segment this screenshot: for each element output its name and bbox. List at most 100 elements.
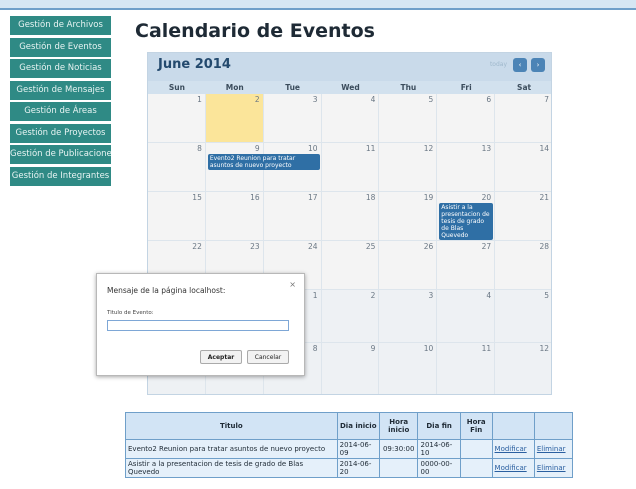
close-icon[interactable]: × [289, 280, 296, 289]
next-month-button[interactable]: › [531, 58, 545, 72]
calendar-day-cell[interactable]: 1 [148, 94, 206, 143]
day-number: 25 [365, 242, 376, 251]
day-name-2: Tue [285, 83, 300, 92]
table-header-cell: Dia fin [417, 412, 461, 440]
sidebar-nav: Gestión de Archivos Gestión de Eventos Ges… [10, 16, 111, 188]
calendar-day-cell[interactable]: 21 [495, 192, 551, 241]
day-name-1: Mon [225, 83, 244, 92]
day-name-5: Fri [460, 83, 472, 92]
modify-link[interactable]: Modificar [491, 439, 535, 459]
modify-link[interactable]: Modificar [491, 458, 535, 478]
calendar-day-cell[interactable]: 2 [321, 290, 380, 343]
day-number: 2 [254, 95, 260, 104]
events-table: Titulo Dia inicio Hora inicio Dia fin Hora F… [125, 412, 574, 478]
sidebar-item-2[interactable]: Gestión de Noticias [10, 59, 111, 78]
calendar-day-cell[interactable]: 28 [495, 241, 551, 290]
calendar-day-cell[interactable]: 26 [379, 241, 438, 290]
calendar-day-cell[interactable]: 4 [321, 94, 380, 143]
calendar-day-cell[interactable]: 8 [148, 143, 206, 192]
day-number: 12 [423, 144, 434, 153]
calendar-day-cell[interactable]: 25 [321, 241, 380, 290]
calendar-day-cell[interactable]: 2 [205, 94, 264, 143]
calendar-day-cell[interactable]: 3 [379, 290, 438, 343]
sidebar-item-1[interactable]: Gestión de Eventos [10, 37, 111, 57]
calendar-day-cell[interactable]: 14 [495, 143, 551, 192]
event-title-input[interactable] [107, 320, 289, 331]
day-number: 22 [192, 242, 202, 251]
calendar-month-label: June 2014 [158, 57, 231, 72]
calendar-header: June 2014 today ‹ › [148, 53, 551, 81]
today-button[interactable]: today [490, 61, 507, 68]
table-cell: 0000-00-00 [417, 458, 461, 478]
calendar-day-cell[interactable]: 7 [495, 94, 551, 143]
table-cell: Asistir a la presentacion de tesis de gr… [125, 458, 338, 478]
table-cell [459, 458, 493, 478]
table-cell: 2014-06-10 [417, 439, 461, 459]
calendar-day-cell[interactable]: 4 [437, 290, 496, 343]
table-cell [378, 458, 419, 478]
chevron-left-icon: ‹ [518, 61, 522, 69]
event-title-dialog: Mensaje de la página localhost: × Titulo… [96, 273, 305, 376]
sidebar-item-4[interactable]: Gestión de Áreas [10, 102, 111, 121]
calendar-day-cell[interactable]: 19 [379, 192, 438, 241]
calendar-day-cell[interactable]: 17 [263, 192, 322, 241]
table-cell: Evento2 Reunion para tratar asuntos de n… [125, 439, 338, 459]
day-number: 27 [481, 242, 492, 251]
calendar-day-cell[interactable]: 11 [437, 343, 496, 394]
calendar-day-cell[interactable]: 11 [321, 143, 380, 192]
table-row: Evento2 Reunion para tratar asuntos de n… [125, 439, 574, 459]
day-number: 23 [250, 242, 260, 251]
calendar-day-cell[interactable]: 18 [321, 192, 380, 241]
calendar-day-cell[interactable]: 12 [495, 343, 551, 394]
table-cell [459, 439, 493, 459]
day-number: 24 [308, 242, 318, 251]
table-header-cell: Hora Fin [459, 412, 493, 440]
calendar-day-cell[interactable]: 5 [379, 94, 438, 143]
calendar-day-cell[interactable]: 10 [379, 343, 438, 394]
dialog-title: Mensaje de la página localhost: [107, 286, 226, 295]
calendar-day-cell[interactable]: 16 [205, 192, 264, 241]
day-number: 4 [370, 95, 376, 104]
day-name-0: Sun [168, 83, 185, 92]
sidebar-item-5[interactable]: Gestión de Proyectos [10, 123, 111, 143]
prev-month-button[interactable]: ‹ [513, 58, 527, 72]
day-number: 20 [481, 193, 492, 202]
day-number: 9 [370, 344, 376, 353]
day-number: 8 [312, 344, 318, 353]
day-number: 26 [423, 242, 434, 251]
calendar-day-cell[interactable]: 13 [437, 143, 496, 192]
day-name-4: Thu [400, 83, 417, 92]
chevron-right-icon: › [536, 61, 540, 69]
day-number: 19 [423, 193, 434, 202]
cancel-button[interactable]: Cancelar [247, 350, 289, 364]
day-number: 3 [312, 95, 318, 104]
page-title: Calendario de Eventos [135, 20, 375, 42]
calendar-day-cell[interactable]: 3 [263, 94, 322, 143]
calendar-day-cell[interactable]: 9 [321, 343, 380, 394]
table-cell: 2014-06-09 [336, 439, 380, 459]
sidebar-item-0[interactable]: Gestión de Archivos [10, 16, 111, 35]
day-number: 9 [254, 144, 260, 153]
sidebar-item-7[interactable]: Gestión de Integrantes [10, 166, 111, 186]
sidebar-item-3[interactable]: Gestión de Mensajes [10, 80, 111, 100]
calendar-day-cell[interactable]: 6 [437, 94, 496, 143]
calendar-day-cell[interactable]: 12 [379, 143, 438, 192]
calendar-day-cell[interactable]: 5 [495, 290, 551, 343]
day-number: 17 [308, 193, 318, 202]
day-number: 8 [197, 144, 202, 153]
table-header-cell [533, 412, 574, 440]
table-cell: 2014-06-20 [336, 458, 380, 478]
calendar-day-cell[interactable]: 15 [148, 192, 206, 241]
event-title-label: Titulo de Evento: [107, 310, 154, 316]
browser-top-bar [0, 0, 636, 10]
table-row: Asistir a la presentacion de tesis de gr… [125, 458, 574, 478]
delete-link[interactable]: Eliminar [533, 458, 574, 478]
day-number: 5 [544, 291, 549, 300]
calendar-event-1[interactable]: Asistir a la presentacion de tesis de gr… [439, 203, 494, 240]
delete-link[interactable]: Eliminar [533, 439, 574, 459]
calendar-event-0[interactable]: Evento2 Reunion para tratar asuntos de n… [207, 154, 320, 170]
day-number: 3 [428, 291, 434, 300]
sidebar-item-6[interactable]: Gestión de Publicaciones [10, 145, 111, 164]
calendar-day-cell[interactable]: 27 [437, 241, 496, 290]
accept-button[interactable]: Aceptar [200, 350, 242, 364]
